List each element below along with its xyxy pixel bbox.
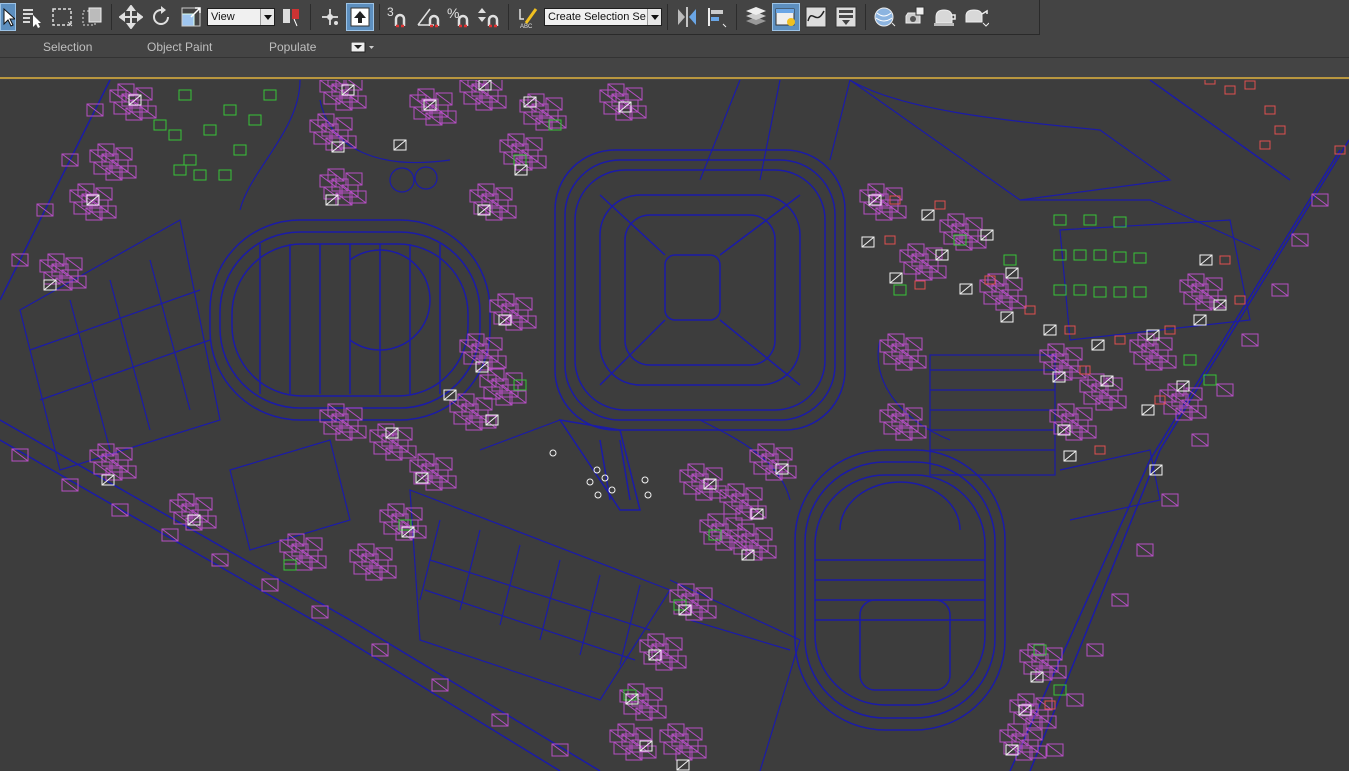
snaps-toggle-icon: 3: [387, 5, 406, 28]
align-icon: [708, 8, 727, 28]
rendered-frame-icon: [934, 9, 956, 26]
render-production-button[interactable]: [961, 3, 989, 31]
percent-snap-label: %: [447, 5, 459, 21]
mirror-icon: [678, 7, 696, 27]
render-setup-button[interactable]: [901, 3, 929, 31]
green-trees: [153, 89, 1217, 701]
render-setup-icon: [905, 6, 925, 24]
manipulate-icon: [322, 9, 338, 25]
toolbar-separator: [667, 4, 668, 30]
toolbar-separator: [508, 4, 509, 30]
percent-snap-icon: %: [447, 5, 469, 28]
spinner-snap-button[interactable]: [475, 3, 503, 31]
edit-named-selection-icon: ABC: [519, 8, 538, 29]
edit-named-selection-button[interactable]: ABC: [514, 3, 542, 31]
schematic-view-icon: [835, 6, 857, 28]
angle-snap-button[interactable]: [415, 3, 443, 31]
toolbar-separator: [736, 4, 737, 30]
site-plan-drawing: [0, 80, 1349, 771]
red-trees: [884, 80, 1346, 710]
select-rotate-icon: [153, 6, 169, 25]
curve-editor-button[interactable]: [802, 3, 830, 31]
select-object-icon: [3, 7, 15, 27]
chevron-down-icon: [647, 9, 661, 25]
align-button[interactable]: [703, 3, 731, 31]
layer-explorer-icon: [746, 7, 766, 25]
window-crossing-button[interactable]: [78, 3, 106, 31]
rect-selection-region-icon: [52, 8, 73, 27]
select-scale-icon: [181, 7, 201, 27]
material-editor-icon: [874, 7, 896, 27]
toolbar-separator: [111, 4, 112, 30]
ribbon-options-dropdown[interactable]: [350, 41, 374, 53]
main-toolbar: View 3 % ABC Create Selection Se: [0, 0, 1040, 35]
select-move-icon: [119, 5, 143, 29]
right-track: [794, 449, 1006, 731]
svg-text:ABC: ABC: [520, 24, 533, 29]
reference-coordinate-dropdown[interactable]: View: [207, 8, 275, 26]
keyboard-shortcut-icon: [350, 7, 370, 27]
rect-selection-region-button[interactable]: [48, 3, 76, 31]
snaps-toggle-label: 3: [387, 5, 394, 19]
main-stadium: [554, 149, 846, 511]
toggle-layer-explorer-button[interactable]: [772, 3, 800, 31]
render-icon: [965, 9, 989, 27]
tab-populate[interactable]: Populate: [269, 40, 316, 54]
select-scale-button[interactable]: [177, 3, 205, 31]
tab-object-paint[interactable]: Object Paint: [147, 40, 212, 54]
chevron-down-icon: [260, 9, 274, 25]
ribbon-panel-strip: [0, 58, 1349, 79]
select-by-name-icon: [23, 9, 41, 28]
select-object-button[interactable]: [0, 3, 16, 31]
toolbar-separator: [310, 4, 311, 30]
snaps-toggle-button[interactable]: 3: [385, 3, 413, 31]
curve-editor-icon: [805, 6, 827, 28]
scene-explorer-icon: [775, 8, 795, 26]
window-crossing-icon: [82, 7, 102, 26]
tab-selection[interactable]: Selection: [43, 40, 92, 54]
top-viewport[interactable]: [0, 80, 1349, 771]
white-markers: [43, 80, 1227, 771]
percent-snap-button[interactable]: %: [445, 3, 473, 31]
reference-coordinate-value: View: [211, 11, 235, 23]
pivot-center-button[interactable]: [277, 3, 305, 31]
ribbon-tab-bar: Selection Object Paint Populate: [0, 36, 1349, 58]
select-by-name-button[interactable]: [18, 3, 46, 31]
toolbar-separator: [379, 4, 380, 30]
select-move-button[interactable]: [117, 3, 145, 31]
named-selection-set-value: Create Selection Se: [548, 11, 646, 23]
ribbon-menu-icon: [350, 41, 374, 53]
schematic-view-button[interactable]: [832, 3, 860, 31]
toolbar-separator: [865, 4, 866, 30]
toggle-scene-explorer-button[interactable]: [742, 3, 770, 31]
pivot-center-icon: [283, 9, 299, 27]
angle-snap-icon: [417, 8, 440, 28]
spinner-snap-icon: [478, 8, 499, 28]
rendered-frame-window-button[interactable]: [931, 3, 959, 31]
named-selection-set-dropdown[interactable]: Create Selection Se: [544, 8, 662, 26]
keyboard-shortcut-override-button[interactable]: [346, 3, 374, 31]
mirror-button[interactable]: [673, 3, 701, 31]
manipulate-button[interactable]: [316, 3, 344, 31]
material-editor-button[interactable]: [871, 3, 899, 31]
select-rotate-button[interactable]: [147, 3, 175, 31]
